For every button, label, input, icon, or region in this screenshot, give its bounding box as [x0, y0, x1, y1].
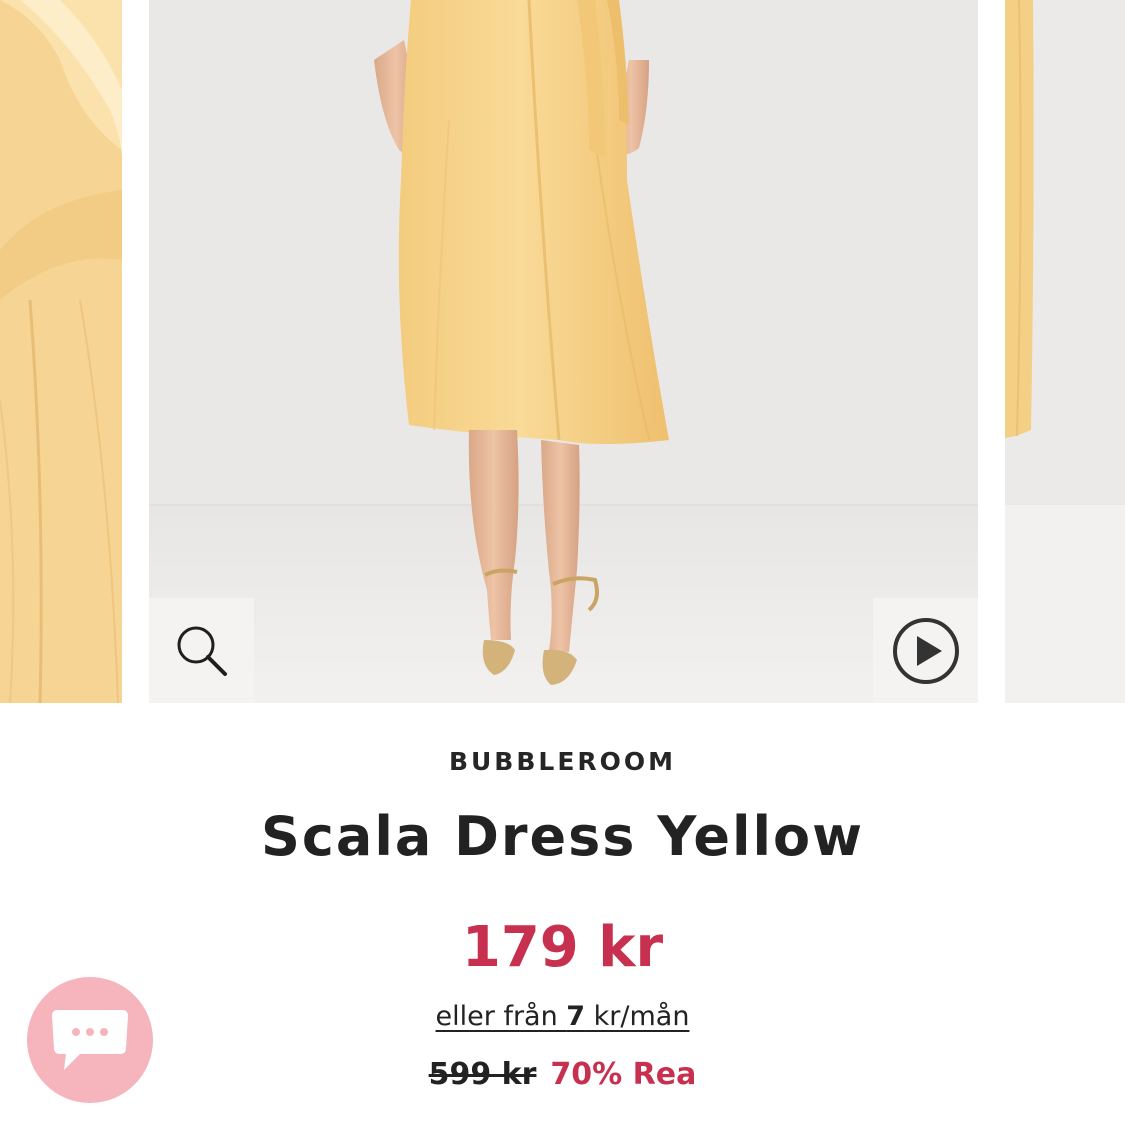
- installment-info: eller från 7 kr/mån: [0, 1001, 1125, 1032]
- product-photo-next: [1005, 0, 1125, 703]
- play-video-button[interactable]: [873, 598, 978, 703]
- zoom-button[interactable]: [149, 598, 254, 703]
- play-circle-icon: [892, 617, 959, 684]
- carousel-slide-main[interactable]: [149, 0, 978, 703]
- installment-suffix: kr/mån: [585, 1001, 690, 1032]
- installment-link[interactable]: eller från 7 kr/mån: [436, 1001, 690, 1032]
- price-comparison: 599 kr 70% Rea: [0, 1057, 1125, 1092]
- product-title: Scala Dress Yellow: [260, 805, 865, 868]
- installment-prefix: eller från: [435, 1001, 567, 1032]
- carousel-slide-next[interactable]: [1005, 0, 1125, 703]
- product-photo-model: [149, 0, 978, 703]
- chat-button[interactable]: [27, 977, 153, 1103]
- product-price: 179 kr: [461, 915, 664, 980]
- product-image-carousel[interactable]: [0, 0, 1125, 703]
- chat-bubble-icon: [52, 1010, 128, 1070]
- carousel-slide-previous[interactable]: [0, 0, 122, 703]
- magnifier-icon: [177, 626, 227, 676]
- product-brand[interactable]: BUBBLEROOM: [0, 747, 1125, 776]
- product-info: BUBBLEROOM Scala Dress Yellow 179 kr ell…: [0, 703, 1125, 1125]
- original-price: 599 kr: [428, 1057, 537, 1092]
- discount-badge: 70% Rea: [550, 1057, 697, 1092]
- installment-amount: 7: [566, 1001, 586, 1032]
- product-photo-detail: [0, 0, 122, 703]
